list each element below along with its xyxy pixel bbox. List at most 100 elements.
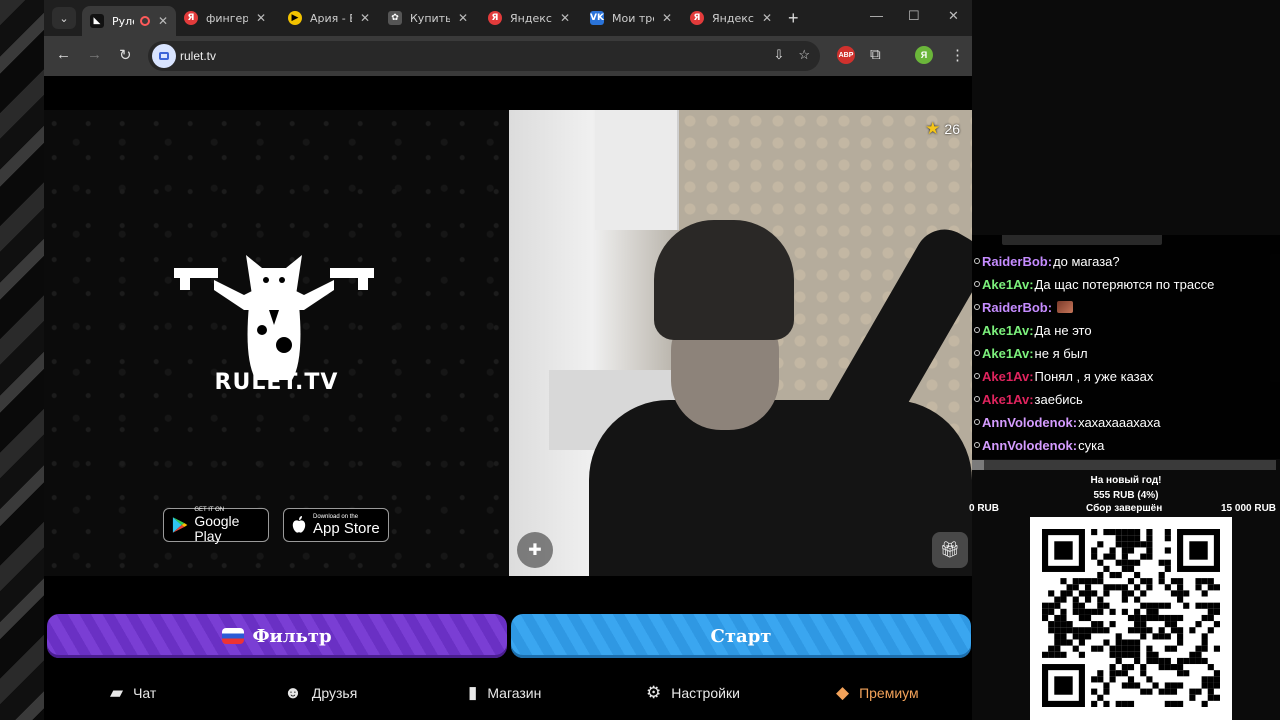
chat-badge-icon bbox=[974, 281, 980, 287]
close-tab-icon[interactable]: ✕ bbox=[360, 11, 370, 25]
bookmark-star-icon[interactable]: ☆ bbox=[798, 47, 810, 63]
chat-message: Ake1Av: заебись bbox=[974, 389, 1083, 409]
chat-icon: ▰ bbox=[110, 683, 124, 702]
yandex-favicon-icon: Я bbox=[488, 11, 502, 25]
tab-rulet[interactable]: ◣ Руле ✕ bbox=[82, 6, 177, 36]
chat-nick[interactable]: RaiderBob: bbox=[982, 300, 1052, 315]
bottom-nav: ▰ Чат ☻ Друзья ▮ Магазин ⚙ Настройки ◆ П… bbox=[44, 666, 972, 720]
install-app-icon[interactable]: ⇩ bbox=[773, 47, 784, 63]
chat-cutoff-line bbox=[1002, 235, 1162, 245]
donation-progress-fill bbox=[972, 460, 985, 470]
star-count-value: 26 bbox=[944, 121, 960, 137]
gift-icon: 🎁︎ bbox=[939, 542, 961, 559]
chat-message: Ake1Av: Понял , я уже казах bbox=[974, 366, 1153, 386]
chat-text: Понял , я уже казах bbox=[1034, 368, 1154, 384]
google-play-button[interactable]: GET IT ON Google Play bbox=[163, 507, 269, 543]
chat-nick[interactable]: Ake1Av: bbox=[982, 346, 1034, 361]
close-tab-icon[interactable]: ✕ bbox=[560, 11, 570, 25]
tab-market[interactable]: ✿ Купить ✕ bbox=[380, 4, 476, 32]
tab-title: Купить bbox=[410, 11, 450, 25]
new-tab-button[interactable]: + bbox=[788, 8, 799, 29]
chat-message: Ake1Av: Да щас потеряются по трассе bbox=[974, 274, 1214, 294]
donation-qr-code bbox=[1030, 517, 1232, 720]
person-hat bbox=[654, 220, 794, 340]
gift-button[interactable]: 🎁︎ bbox=[932, 532, 968, 568]
chat-text: сука bbox=[1078, 437, 1105, 453]
extensions-puzzle-icon[interactable]: ⧉ bbox=[870, 46, 881, 63]
gamepad-button[interactable]: ✚ bbox=[517, 532, 553, 568]
tab-title: Яндекс bbox=[712, 11, 754, 25]
app-store-big-text: App Store bbox=[313, 520, 380, 537]
chat-nick[interactable]: AnnVolodenok: bbox=[982, 438, 1077, 453]
person-body bbox=[589, 400, 972, 576]
chat-badge-icon bbox=[974, 373, 980, 379]
yandex-favicon-icon: Я bbox=[184, 11, 198, 25]
tab-aria[interactable]: ▶ Ария - Е ✕ bbox=[280, 4, 378, 32]
chat-text: до магаза? bbox=[1053, 253, 1120, 269]
chat-nick[interactable]: RaiderBob: bbox=[982, 254, 1052, 269]
address-bar[interactable]: rulet.tv ⇩ ☆ bbox=[148, 41, 820, 71]
donation-goal-title: На новый год! bbox=[1090, 475, 1162, 486]
maximize-icon[interactable]: ☐ bbox=[908, 8, 920, 24]
nav-shop[interactable]: ▮ Магазин bbox=[468, 666, 541, 720]
chat-message: AnnVolodenok: хахахааахаха bbox=[974, 412, 1160, 432]
chat-nick[interactable]: AnnVolodenok: bbox=[982, 415, 1077, 430]
close-tab-icon[interactable]: ✕ bbox=[662, 11, 672, 25]
qr-code-icon bbox=[1042, 529, 1220, 707]
forward-arrow-icon[interactable]: → bbox=[87, 46, 102, 63]
nav-premium[interactable]: ◆ Премиум bbox=[836, 666, 919, 720]
russia-flag-icon bbox=[222, 628, 245, 644]
close-tab-icon[interactable]: ✕ bbox=[256, 11, 266, 25]
gear-icon: ⚙ bbox=[646, 683, 662, 702]
nav-settings-label: Настройки bbox=[671, 685, 740, 701]
gamepad-icon: ✚ bbox=[528, 542, 542, 559]
filter-button[interactable]: Фильтр bbox=[47, 614, 507, 658]
premium-tag-icon: ◆ bbox=[836, 683, 850, 702]
tab-title: Мои тре bbox=[612, 11, 654, 25]
stream-background-left bbox=[0, 0, 44, 720]
stream-overlay: RaiderBob: до магаза? Ake1Av: Да щас потеря… bbox=[969, 0, 1280, 720]
app-store-button[interactable]: Download on the App Store bbox=[283, 508, 389, 542]
close-tab-icon[interactable]: ✕ bbox=[762, 11, 772, 25]
rulet-logo-text: RULET.TV bbox=[214, 370, 339, 395]
market-favicon-icon: ✿ bbox=[388, 11, 402, 25]
chat-nick[interactable]: Ake1Av: bbox=[982, 323, 1034, 338]
site-info-icon[interactable] bbox=[152, 44, 176, 68]
close-tab-icon[interactable]: ✕ bbox=[158, 14, 168, 28]
chat-message: Ake1Av: Да не это bbox=[974, 320, 1092, 340]
chat-badge-icon bbox=[974, 396, 980, 402]
nav-settings[interactable]: ⚙ Настройки bbox=[646, 666, 740, 720]
nav-shop-label: Магазин bbox=[487, 685, 542, 701]
close-tab-icon[interactable]: ✕ bbox=[458, 11, 468, 25]
adblock-extension-icon[interactable]: ABP bbox=[837, 46, 855, 64]
google-play-icon bbox=[172, 517, 188, 533]
back-arrow-icon[interactable]: ← bbox=[56, 46, 71, 63]
tab-yandex-finger[interactable]: Я фингер ✕ bbox=[176, 4, 274, 32]
chat-nick[interactable]: Ake1Av: bbox=[982, 277, 1034, 292]
donation-status: Сбор завершён bbox=[1086, 503, 1163, 514]
chat-nick[interactable]: Ake1Av: bbox=[982, 392, 1034, 407]
chat-nick[interactable]: Ake1Av: bbox=[982, 369, 1034, 384]
reload-icon[interactable]: ↻ bbox=[119, 46, 132, 64]
tab-yandex-1[interactable]: Я Яндекс ✕ bbox=[480, 4, 578, 32]
start-button[interactable]: Старт bbox=[511, 614, 971, 658]
filter-label: Фильтр bbox=[252, 625, 332, 647]
chat-badge-icon bbox=[974, 327, 980, 333]
minimize-icon[interactable]: — bbox=[870, 8, 883, 23]
close-window-icon[interactable]: ✕ bbox=[948, 8, 959, 24]
tab-title: фингер bbox=[206, 11, 248, 25]
browser-toolbar: ← → ↻ rulet.tv ⇩ ☆ ABP ⧉ Я ⋮ bbox=[44, 36, 972, 76]
profile-avatar[interactable]: Я bbox=[915, 46, 933, 64]
friends-icon: ☻ bbox=[284, 683, 302, 702]
tab-yandex-2[interactable]: Я Яндекс ✕ bbox=[682, 4, 780, 32]
chat-text: Да не это bbox=[1034, 322, 1092, 338]
tab-search-button[interactable]: ⌄ bbox=[52, 7, 76, 29]
rulet-page: RULET.TV GET IT ON Google Play Download … bbox=[44, 76, 972, 720]
tab-vk[interactable]: VK Мои тре ✕ bbox=[582, 4, 680, 32]
menu-kebab-icon[interactable]: ⋮ bbox=[950, 46, 965, 64]
rating-badge: ★ 26 bbox=[925, 119, 960, 139]
nav-friends[interactable]: ☻ Друзья bbox=[284, 666, 357, 720]
nav-chat[interactable]: ▰ Чат bbox=[110, 666, 156, 720]
nav-chat-label: Чат bbox=[133, 685, 157, 701]
promo-panel: RULET.TV GET IT ON Google Play Download … bbox=[44, 110, 509, 576]
